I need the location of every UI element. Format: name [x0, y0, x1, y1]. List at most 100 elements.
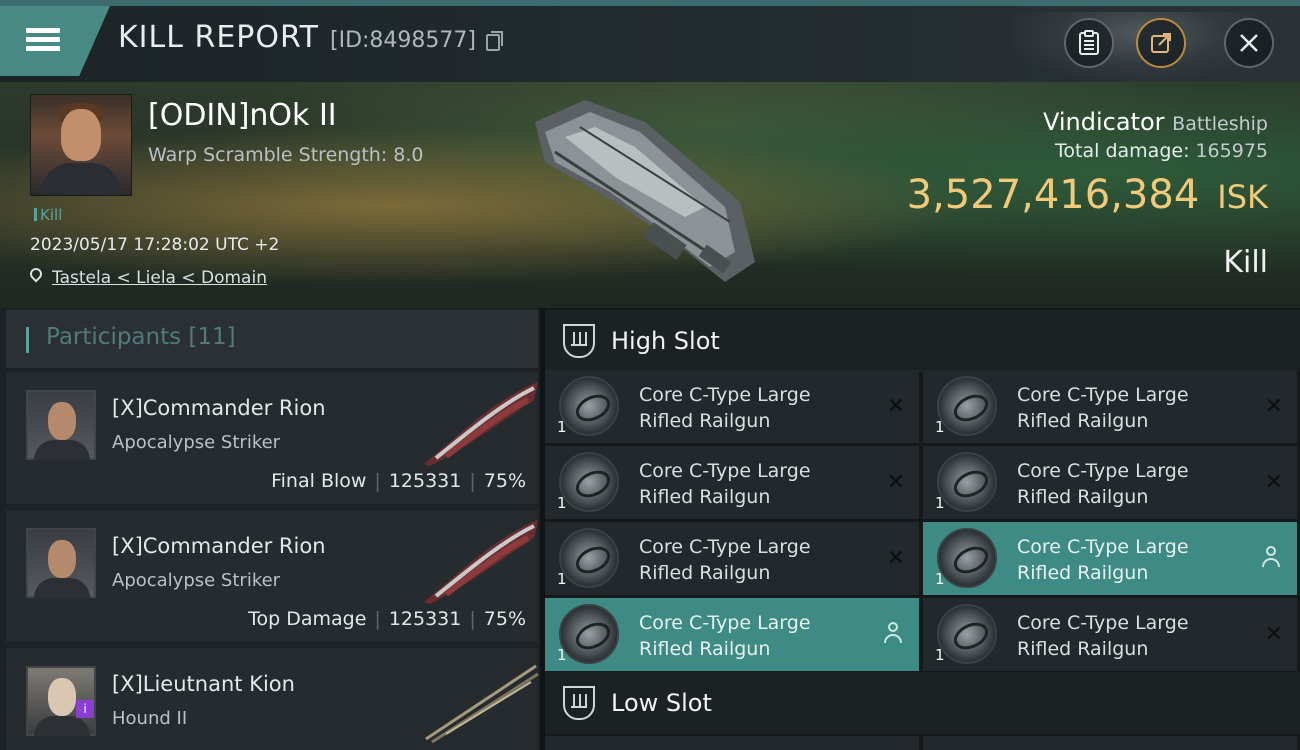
- module-item[interactable]: 1 Core C-Type Large Rifled Railgun ✕: [923, 446, 1297, 519]
- item-name-line2: Rifled Railgun: [1017, 486, 1149, 508]
- item-name-line2: Rifled Railgun: [639, 562, 771, 584]
- kill-id: [ID:8498577]: [330, 28, 476, 53]
- participant-face: [48, 540, 76, 578]
- item-quantity: 1: [557, 494, 567, 512]
- participant-row[interactable]: [X]Commander Rion Apocalypse Striker Fin…: [6, 372, 538, 504]
- participant-name: [X]Commander Rion: [112, 534, 326, 558]
- item-quantity: 1: [557, 418, 567, 436]
- railgun-icon: [937, 452, 997, 512]
- item-name-line1: Core C-Type Large: [1017, 384, 1189, 406]
- item-name-line2: Rifled Railgun: [639, 410, 771, 432]
- high-slot-icon: [563, 324, 595, 358]
- participant-row[interactable]: i [X]Lieutnant Kion Hound II: [6, 648, 539, 750]
- railgun-icon: [559, 452, 619, 512]
- participant-face: [48, 678, 76, 716]
- low-slot-item-partial[interactable]: [923, 736, 1297, 750]
- victim-ship-image[interactable]: [525, 92, 765, 292]
- participant-role: Top Damage: [248, 608, 367, 630]
- menu-icon-line: [26, 46, 60, 51]
- item-quantity: 1: [935, 646, 945, 664]
- item-name: Core C-Type Large Rifled Railgun: [1017, 534, 1189, 586]
- participant-suit: [34, 716, 90, 736]
- share-icon: [1151, 33, 1171, 53]
- isk-amount: 3,527,416,384: [906, 172, 1200, 218]
- item-quantity: 1: [557, 570, 567, 588]
- kill-datetime: 2023/05/17 17:28:02 UTC +2: [30, 235, 280, 255]
- item-name-line1: Core C-Type Large: [1017, 612, 1189, 634]
- ship-class-text: Battleship: [1172, 113, 1268, 135]
- item-name: Core C-Type Large Rifled Railgun: [639, 534, 811, 586]
- participant-row[interactable]: [X]Commander Rion Apocalypse Striker Top…: [6, 510, 538, 642]
- clipboard-icon: [1079, 30, 1099, 55]
- participant-ship: Apocalypse Striker: [112, 570, 281, 591]
- stats-separator: |: [374, 470, 381, 492]
- low-slot-item-partial[interactable]: [545, 736, 919, 750]
- participant-damage: 125331: [388, 470, 462, 492]
- item-name-line1: Core C-Type Large: [639, 536, 811, 558]
- destroyed-x-icon: ✕: [886, 394, 905, 419]
- participant-stats: Final Blow | 125331 | 75%: [271, 470, 526, 492]
- item-name-line2: Rifled Railgun: [639, 638, 771, 660]
- module-item-dropped[interactable]: 1 Core C-Type Large Rifled Railgun: [545, 598, 919, 671]
- participant-suit: [34, 578, 90, 598]
- item-quantity: 1: [935, 418, 945, 436]
- participant-suit: [34, 440, 90, 460]
- menu-icon: [26, 28, 60, 33]
- participant-percent: 75%: [483, 608, 526, 630]
- participant-ship-image: [424, 382, 538, 466]
- location-link[interactable]: Tastela < Liela < Domain: [52, 268, 267, 288]
- low-slot-header: Low Slot: [545, 672, 1300, 734]
- copy-icon[interactable]: [486, 31, 503, 51]
- dropped-user-icon: [883, 622, 903, 644]
- isk-unit: ISK: [1217, 178, 1268, 216]
- victim-avatar[interactable]: [30, 94, 132, 196]
- destroyed-x-icon: ✕: [886, 470, 905, 495]
- close-icon: [1240, 34, 1258, 52]
- total-damage-label: Total damage:: [1055, 140, 1190, 162]
- destroyed-x-icon: ✕: [1264, 470, 1283, 495]
- module-item[interactable]: 1 Core C-Type Large Rifled Railgun ✕: [923, 598, 1297, 671]
- item-name-line2: Rifled Railgun: [639, 486, 771, 508]
- low-slot-icon: [563, 686, 595, 720]
- avatar-body: [41, 163, 121, 195]
- participant-ship: Hound II: [112, 708, 188, 729]
- close-button[interactable]: [1224, 18, 1274, 68]
- module-item[interactable]: 1 Core C-Type Large Rifled Railgun ✕: [545, 522, 919, 595]
- item-name-line1: Core C-Type Large: [639, 460, 811, 482]
- clipboard-button[interactable]: [1064, 18, 1114, 68]
- victim-name[interactable]: [ODIN]nOk II: [148, 98, 337, 133]
- railgun-icon: [559, 528, 619, 588]
- module-item-dropped[interactable]: 1 Core C-Type Large Rifled Railgun: [923, 522, 1297, 595]
- participant-ship-image: [425, 664, 539, 744]
- stats-separator: |: [469, 608, 476, 630]
- module-item[interactable]: 1 Core C-Type Large Rifled Railgun ✕: [545, 370, 919, 443]
- participants-header[interactable]: Participants [11]: [6, 310, 538, 368]
- item-name: Core C-Type Large Rifled Railgun: [1017, 382, 1189, 434]
- share-button[interactable]: [1136, 18, 1186, 68]
- participant-avatar[interactable]: [26, 390, 96, 460]
- participants-header-bar: [26, 327, 29, 353]
- page-title: KILL REPORT: [118, 20, 319, 55]
- victim-ship-name[interactable]: Vindicator Battleship: [1043, 108, 1268, 136]
- item-name-line2: Rifled Railgun: [1017, 410, 1149, 432]
- ship-name-text: Vindicator: [1042, 108, 1165, 136]
- railgun-icon: [937, 376, 997, 436]
- participant-stats: Top Damage | 125331 | 75%: [248, 608, 526, 630]
- railgun-icon: [559, 604, 619, 664]
- participant-badge: i: [76, 700, 94, 718]
- item-quantity: 1: [557, 646, 567, 664]
- destroyed-x-icon: ✕: [1264, 394, 1283, 419]
- destroyed-x-icon: ✕: [1264, 622, 1283, 647]
- item-name-line2: Rifled Railgun: [1017, 638, 1149, 660]
- module-item[interactable]: 1 Core C-Type Large Rifled Railgun ✕: [545, 446, 919, 519]
- low-slot-title: Low Slot: [611, 689, 712, 717]
- railgun-icon: [937, 604, 997, 664]
- module-item[interactable]: 1 Core C-Type Large Rifled Railgun ✕: [923, 370, 1297, 443]
- railgun-icon: [937, 528, 997, 588]
- participant-role: Final Blow: [271, 470, 367, 492]
- item-name-line1: Core C-Type Large: [639, 612, 811, 634]
- item-quantity: 1: [935, 570, 945, 588]
- participant-avatar[interactable]: [26, 528, 96, 598]
- item-name: Core C-Type Large Rifled Railgun: [639, 458, 811, 510]
- item-name-line2: Rifled Railgun: [1017, 562, 1149, 584]
